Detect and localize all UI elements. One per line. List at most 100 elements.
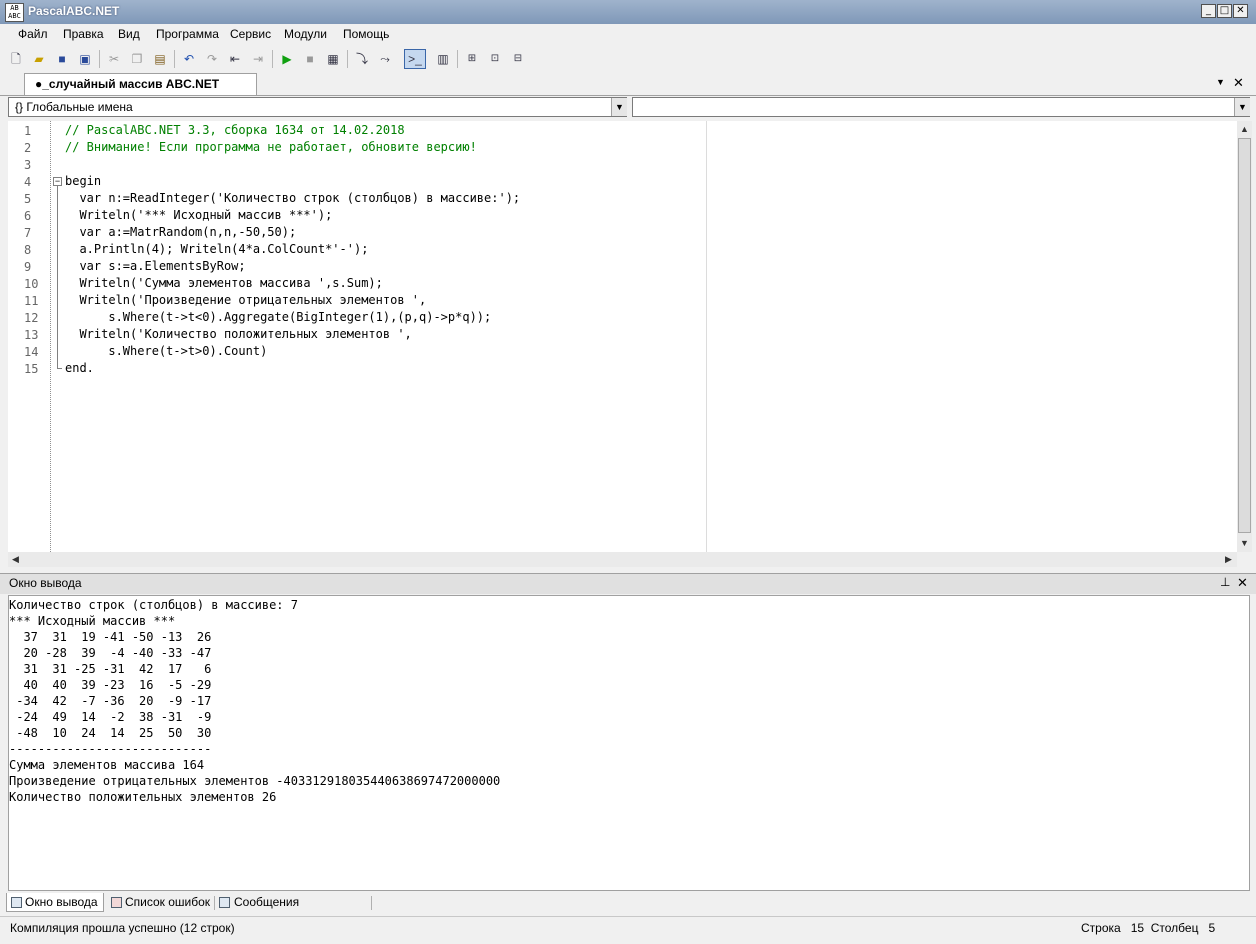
line-number: 1 <box>24 124 32 138</box>
console-icon[interactable]: >_ <box>404 49 426 69</box>
fold-collapse-icon[interactable]: − <box>53 177 62 186</box>
code-line: end. <box>65 361 94 375</box>
line-number: 12 <box>24 311 39 325</box>
scroll-right-icon[interactable]: ▶ <box>1221 552 1236 567</box>
close-tab-icon[interactable]: ✕ <box>1233 75 1244 91</box>
line-number: 10 <box>24 277 39 291</box>
compiler-messages-icon <box>219 897 230 908</box>
cut-icon[interactable]: ✂ <box>105 50 123 68</box>
step-into-icon[interactable]: ⤵ <box>353 50 371 68</box>
tab-list-dropdown-icon[interactable]: ▼ <box>1216 77 1225 87</box>
code-line: Writeln('*** Исходный массив ***'); <box>65 208 333 222</box>
line-number: 2 <box>24 141 32 155</box>
code-line: s.Where(t->t>0).Count) <box>65 344 268 358</box>
redo-icon[interactable]: ↷ <box>203 50 221 68</box>
window-title: PascalABC.NET <box>28 4 120 18</box>
code-line: Writeln('Количество положительных элемен… <box>65 327 412 341</box>
line-number: 8 <box>24 243 32 257</box>
toolbar-separator <box>457 50 458 68</box>
navigate-forward-icon[interactable]: ⇥ <box>249 50 267 68</box>
line-number: 14 <box>24 345 39 359</box>
compile-icon[interactable]: ▦ <box>324 50 342 68</box>
scope-icon: {} <box>15 100 24 114</box>
error-list-icon <box>111 897 122 908</box>
menu-modules[interactable]: Модули <box>284 27 327 41</box>
show-watch-icon[interactable]: ⊞ <box>463 50 481 68</box>
paste-icon[interactable]: ▤ <box>151 50 169 68</box>
tab-compiler-messages[interactable]: Сообщения компилятора <box>216 893 371 928</box>
menu-edit[interactable]: Правка <box>63 27 104 41</box>
line-number: 3 <box>24 158 32 172</box>
code-line: Writeln('Произведение отрицательных элем… <box>65 293 427 307</box>
pin-icon[interactable]: ⊥ <box>1220 575 1230 589</box>
line-number: 13 <box>24 328 39 342</box>
step-over-icon[interactable]: ⤳ <box>376 50 394 68</box>
toolbar-separator <box>347 50 348 68</box>
line-number: 15 <box>24 362 39 376</box>
output-panel-header <box>0 573 1256 594</box>
editor-horizontal-scrollbar[interactable] <box>8 552 1237 567</box>
line-number: 7 <box>24 226 32 240</box>
menu-view[interactable]: Вид <box>118 27 140 41</box>
scroll-up-icon[interactable]: ▲ <box>1237 122 1252 137</box>
tab-document[interactable]: ●_случайный массив ABC.NET 3.3.pas* <box>24 73 257 111</box>
output-text: Количество строк (столбцов) в массиве: 7… <box>9 598 501 804</box>
copy-icon[interactable]: ❐ <box>128 50 146 68</box>
add-watch-icon[interactable]: ⊡ <box>486 50 504 68</box>
tab-separator <box>214 896 215 910</box>
editor-margin-line <box>706 121 707 552</box>
code-line: var s:=a.ElementsByRow; <box>65 259 246 273</box>
minimize-button[interactable]: _ <box>1201 4 1216 18</box>
toolbar-separator <box>99 50 100 68</box>
output-window-icon <box>11 897 22 908</box>
code-line: var n:=ReadInteger('Количество строк (ст… <box>65 191 521 205</box>
fold-line <box>57 186 58 368</box>
code-line: Writeln('Сумма элементов массива ',s.Sum… <box>65 276 383 290</box>
new-file-icon[interactable]: 🗋 <box>7 50 25 68</box>
save-icon[interactable]: ■ <box>53 50 71 68</box>
line-number: 6 <box>24 209 32 223</box>
menu-file[interactable]: Файл <box>18 27 48 41</box>
debug-window-icon[interactable]: ▥ <box>434 50 452 68</box>
maximize-button[interactable]: □ <box>1217 4 1232 18</box>
close-icon[interactable]: ✕ <box>1237 575 1248 591</box>
navigate-back-icon[interactable]: ⇤ <box>226 50 244 68</box>
toolbar-separator <box>272 50 273 68</box>
cursor-position: Строка 15 Столбец 5 <box>1081 921 1216 935</box>
remove-watch-icon[interactable]: ⊟ <box>509 50 527 68</box>
toolbar-separator <box>174 50 175 68</box>
line-number: 9 <box>24 260 32 274</box>
output-panel-title: Окно вывода <box>9 576 82 590</box>
tab-separator <box>371 896 372 910</box>
menu-service[interactable]: Сервис <box>230 27 271 41</box>
code-line: a.Println(4); Writeln(4*a.ColCount*'-'); <box>65 242 369 256</box>
code-line: var a:=MatrRandom(n,n,-50,50); <box>65 225 297 239</box>
line-number: 11 <box>24 294 39 308</box>
code-line: s.Where(t->t<0).Aggregate(BigInteger(1),… <box>65 310 492 324</box>
run-icon[interactable]: ▶ <box>278 50 296 68</box>
line-number: 4 <box>24 175 32 189</box>
code-line: // PascalABC.NET 3.3, сборка 1634 от 14.… <box>65 123 405 137</box>
scope-combo-value: Глобальные имена <box>26 100 133 114</box>
chevron-down-icon[interactable]: ▼ <box>611 98 627 116</box>
line-number: 5 <box>24 192 32 206</box>
fold-end <box>57 368 62 369</box>
undo-icon[interactable]: ↶ <box>180 50 198 68</box>
menu-help[interactable]: Помощь <box>343 27 389 41</box>
open-folder-icon[interactable]: ▰ <box>30 50 48 68</box>
app-icon: AB ABC <box>5 3 24 22</box>
scroll-left-icon[interactable]: ◀ <box>8 552 23 567</box>
scrollbar-thumb[interactable] <box>1238 138 1251 533</box>
save-all-icon[interactable]: ▣ <box>76 50 94 68</box>
title-bar <box>0 0 1256 25</box>
code-line: begin <box>65 174 102 188</box>
close-window-button[interactable]: ✕ <box>1233 4 1248 18</box>
scope-combo[interactable]: {} Глобальные имена <box>8 97 627 117</box>
stop-icon[interactable]: ■ <box>301 50 319 68</box>
tab-error-list[interactable]: Список ошибок <box>107 893 215 912</box>
chevron-down-icon[interactable]: ▼ <box>1234 98 1250 116</box>
scroll-down-icon[interactable]: ▼ <box>1237 536 1252 551</box>
menu-program[interactable]: Программа <box>156 27 219 41</box>
members-combo[interactable] <box>632 97 1250 117</box>
compile-status: Компиляция прошла успешно (12 строк) <box>10 921 235 935</box>
